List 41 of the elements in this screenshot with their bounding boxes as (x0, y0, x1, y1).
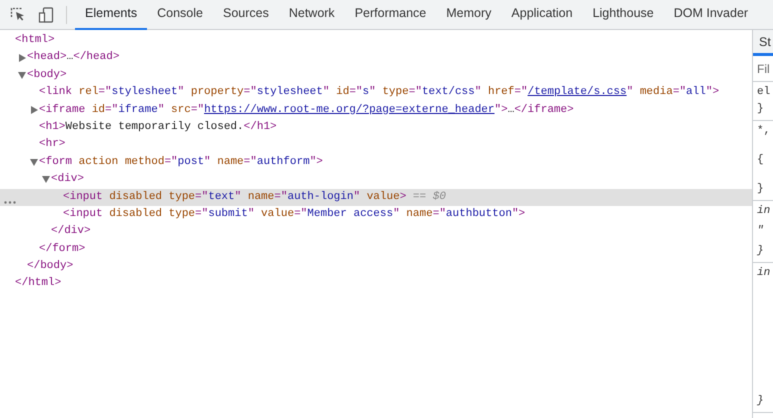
panel-tab[interactable]: DOM Invader (664, 0, 758, 30)
panel-tab[interactable]: Elements (75, 0, 148, 30)
css-rule-text: in (757, 204, 772, 219)
dom-node-line[interactable]: <input disabled type="submit" value="Member access" name="authbutton"> (63, 206, 526, 224)
url-link[interactable]: https://www.root-me.org/?page=externe_header (204, 104, 495, 116)
panel-tab[interactable]: Sources (212, 0, 279, 30)
styles-tab[interactable]: St (753, 30, 773, 56)
dom-node-line[interactable]: <head>…</head> (27, 49, 120, 67)
expanded-triangle-icon[interactable] (41, 174, 51, 185)
panel-tab[interactable]: Performance (344, 0, 436, 30)
css-rule-text: { (757, 153, 765, 168)
dom-node-line[interactable]: <hr> (39, 136, 66, 154)
dom-node-line[interactable]: <form action method="post" name="authform"> (39, 154, 323, 172)
css-rule-text: in (757, 266, 772, 281)
dom-node-line[interactable]: <iframe id="iframe" src="https://www.root-me.org/?page=externe_header">…</iframe> (39, 102, 574, 119)
expanded-triangle-icon[interactable] (29, 157, 39, 168)
css-rule-text: " (757, 224, 765, 239)
css-rule-text: } (757, 182, 765, 197)
panel-tab[interactable]: Console (147, 0, 213, 30)
dom-node-line[interactable]: <body> (27, 66, 67, 84)
dom-node-line[interactable]: <h1>Website temporarily closed.</h1> (39, 118, 277, 136)
panel-tab[interactable]: Memory (436, 0, 502, 30)
css-rule-text: el (757, 85, 772, 100)
dom-node-line[interactable]: </div> (51, 223, 91, 241)
panel-tab[interactable]: Application (501, 0, 583, 30)
css-rule-text: } (757, 102, 765, 117)
dom-node-line[interactable]: <link rel="stylesheet" property="stylesheet" id="s" type="text/css" href="/template/s.css" media="all"> (39, 84, 720, 102)
collapsed-triangle-icon[interactable] (17, 53, 27, 64)
url-link[interactable]: /template/s.css (528, 86, 627, 98)
css-rule-text: *, (757, 124, 772, 139)
dom-node-line[interactable]: </body> (27, 258, 74, 276)
dom-node-line[interactable]: <html> (15, 32, 55, 50)
css-rule-text: } (757, 244, 765, 259)
expanded-triangle-icon[interactable] (17, 70, 27, 80)
collapsed-triangle-icon[interactable] (29, 105, 39, 116)
panel-tab[interactable]: Lighthouse (582, 0, 664, 30)
dom-node-line[interactable]: </html> (15, 275, 62, 293)
dom-node-line[interactable]: </form> (39, 240, 86, 258)
css-rule-text: } (757, 394, 765, 409)
dom-node-line[interactable]: <div> (51, 171, 84, 189)
panel-tab[interactable]: Network (278, 0, 345, 30)
